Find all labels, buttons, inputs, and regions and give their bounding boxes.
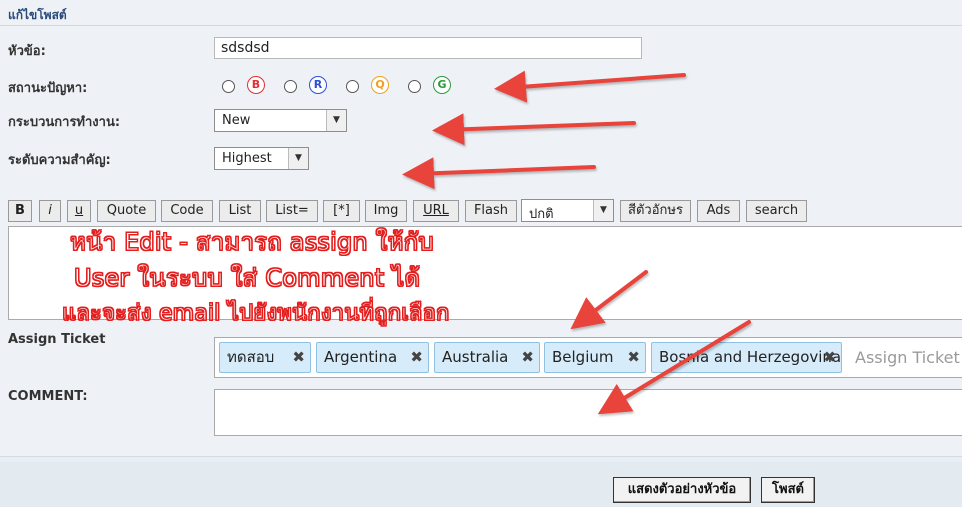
close-icon[interactable]: ✖ bbox=[292, 343, 305, 372]
annotation-line-1: หน้า Edit - สามารถ assign ให้กับ bbox=[70, 228, 435, 257]
font-color-button[interactable]: สีตัวอักษร bbox=[620, 200, 691, 222]
flash-button[interactable]: Flash bbox=[465, 200, 517, 222]
assign-tag: Belgium ✖ bbox=[544, 342, 646, 373]
status-badge-r-icon: R bbox=[309, 76, 327, 94]
title-divider bbox=[0, 25, 962, 26]
process-select[interactable]: New ▼ bbox=[214, 109, 347, 132]
list-item-button[interactable]: [*] bbox=[323, 200, 360, 222]
chevron-down-icon: ▼ bbox=[593, 200, 613, 221]
post-button[interactable]: โพสต์ bbox=[761, 477, 815, 503]
chevron-down-icon: ▼ bbox=[326, 110, 346, 131]
process-label: กระบวนการทำงาน: bbox=[8, 115, 121, 130]
assign-label: Assign Ticket bbox=[8, 332, 106, 347]
assign-tag: Australia ✖ bbox=[434, 342, 540, 373]
status-radio-b[interactable] bbox=[222, 80, 235, 93]
status-label: สถานะปัญหา: bbox=[8, 81, 88, 96]
close-icon[interactable]: ✖ bbox=[823, 343, 836, 372]
assign-tag-label: ทดสอบ bbox=[227, 348, 275, 366]
url-button[interactable]: URL bbox=[413, 200, 459, 222]
assign-tag: Bosnia and Herzegovina ✖ bbox=[651, 342, 842, 373]
assign-tag: ทดสอบ ✖ bbox=[219, 342, 311, 373]
assign-tag-label: Bosnia and Herzegovina bbox=[659, 348, 842, 366]
annotation-line-2: User ในระบบ ใส่ Comment ได้ bbox=[73, 264, 421, 293]
ads-button[interactable]: Ads bbox=[697, 200, 740, 222]
italic-button[interactable]: i bbox=[39, 200, 61, 222]
preview-button[interactable]: แสดงตัวอย่างหัวข้อ bbox=[613, 477, 751, 503]
section-title: แก้ไขโพสต์ bbox=[8, 8, 67, 22]
comment-textarea[interactable] bbox=[214, 389, 962, 436]
list-ordered-button[interactable]: List= bbox=[266, 200, 318, 222]
list-button[interactable]: List bbox=[219, 200, 261, 222]
img-button[interactable]: Img bbox=[365, 200, 407, 222]
quote-button[interactable]: Quote bbox=[97, 200, 156, 222]
assign-ticket-input[interactable]: ทดสอบ ✖ Argentina ✖ Australia ✖ Belgium … bbox=[214, 337, 962, 378]
subject-label: หัวข้อ: bbox=[8, 44, 46, 59]
close-icon[interactable]: ✖ bbox=[410, 343, 423, 372]
bold-button[interactable]: B bbox=[8, 200, 32, 222]
status-badge-b-icon: B bbox=[247, 76, 265, 94]
status-badge-q-icon: Q bbox=[371, 76, 389, 94]
status-badge-g-icon: G bbox=[433, 76, 451, 94]
assign-tag: Argentina ✖ bbox=[316, 342, 429, 373]
assign-tag-label: Belgium bbox=[552, 348, 614, 366]
status-radio-g[interactable] bbox=[408, 80, 421, 93]
comment-label: COMMENT: bbox=[8, 389, 88, 404]
status-radio-r[interactable] bbox=[284, 80, 297, 93]
priority-label: ระดับความสำคัญ: bbox=[8, 153, 111, 168]
search-button[interactable]: search bbox=[746, 200, 807, 222]
code-button[interactable]: Code bbox=[161, 200, 213, 222]
underline-button[interactable]: u bbox=[67, 200, 91, 222]
priority-select[interactable]: Highest ▼ bbox=[214, 147, 309, 170]
assign-tag-label: Australia bbox=[442, 348, 509, 366]
subject-input[interactable]: sdsdsd bbox=[214, 37, 642, 59]
assign-placeholder: Assign Ticket bbox=[855, 348, 960, 367]
close-icon[interactable]: ✖ bbox=[627, 343, 640, 372]
status-radio-q[interactable] bbox=[346, 80, 359, 93]
chevron-down-icon: ▼ bbox=[288, 148, 308, 169]
assign-tag-label: Argentina bbox=[324, 348, 398, 366]
annotation-line-3: และจะส่ง email ไปยังพนักงานที่ถูกเลือก bbox=[62, 301, 450, 327]
priority-value: Highest bbox=[222, 151, 272, 166]
font-size-select[interactable]: ปกติ ▼ bbox=[521, 199, 614, 222]
footer-bar bbox=[0, 462, 962, 507]
font-size-value: ปกติ bbox=[529, 207, 554, 222]
close-icon[interactable]: ✖ bbox=[521, 343, 534, 372]
process-value: New bbox=[222, 113, 251, 128]
